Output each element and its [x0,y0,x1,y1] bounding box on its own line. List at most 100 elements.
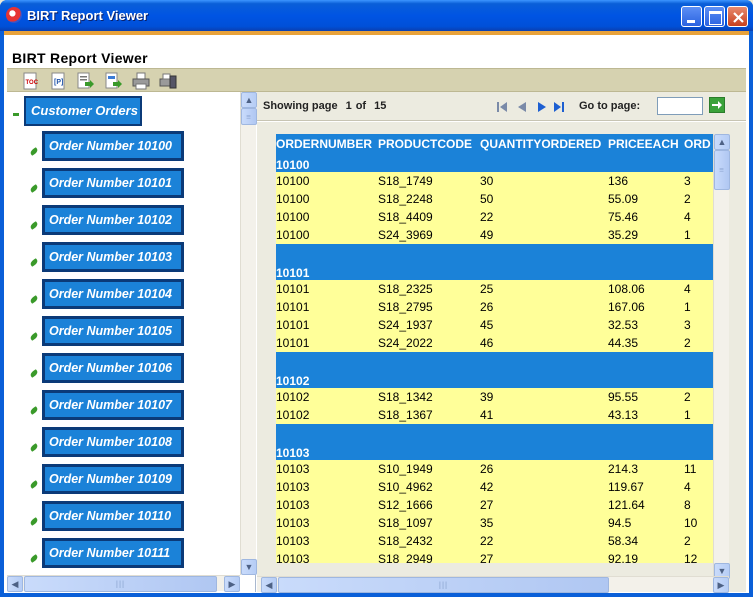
table-row: 10100 S24_3969 49 35.29 1 [276,226,713,244]
print-server-icon[interactable] [159,72,177,90]
table-row: 10103 S10_1949 26 214.3 11 [276,460,713,478]
tree-item-order-10106[interactable]: Order Number 10106 [42,353,184,383]
goto-page-input[interactable] [657,97,703,115]
table-cell: 10101 [276,316,378,334]
toc-icon[interactable]: TOC [21,72,39,90]
tree-item-order-10103[interactable]: Order Number 10103 [42,242,184,272]
group-header-label: 10102 [276,352,713,388]
report-table: ORDERNUMBER PRODUCTCODE QUANTITYORDERED … [276,134,713,563]
report-pane: Showing page 1 of 15 Go to page: ORDERNU… [257,92,746,593]
tree-item-order-10109[interactable]: Order Number 10109 [42,464,184,494]
export-data-icon[interactable] [76,72,94,90]
scroll-thumb[interactable]: ≡ [714,150,730,190]
scroll-thumb[interactable]: ||| [24,576,217,592]
group-header-label: 10101 [276,244,713,280]
scroll-down-button[interactable]: ▼ [241,559,257,575]
collapse-icon[interactable] [13,113,19,116]
scroll-left-button[interactable]: ◀ [261,577,277,593]
table-cell: 10100 [276,226,378,244]
table-row: 10101 S18_2795 26 167.06 1 [276,298,713,316]
tree-root-label: Customer Orders [31,103,138,118]
table-cell: 26 [480,298,608,316]
table-row: 10103 S18_2432 22 58.34 2 [276,532,713,550]
tree-item-label: Order Number 10100 [49,139,172,153]
report-vertical-scrollbar[interactable]: ▲ ≡ ▼ [713,134,730,579]
tree-item-order-10105[interactable]: Order Number 10105 [42,316,184,346]
group-header-label: 10103 [276,424,713,460]
goto-page-label: Go to page: [579,100,641,112]
print-icon[interactable] [132,72,150,90]
table-cell: 10100 [276,172,378,190]
tree-item-label: Order Number 10111 [49,546,171,560]
tree-horizontal-scrollbar[interactable]: ◀ ||| ▶ [7,575,240,592]
table-cell: S24_3969 [378,226,480,244]
current-page: 1 [345,100,352,112]
tree-item-order-10108[interactable]: Order Number 10108 [42,427,184,457]
leaf-icon [29,332,39,341]
column-header: QUANTITYORDERED [480,134,608,154]
leaf-icon [29,295,39,304]
table-cell: 4 [684,478,713,496]
report-horizontal-scrollbar[interactable]: ◀ ||| ▶ [257,576,729,593]
title-bar[interactable]: BIRT Report Viewer [0,0,753,31]
leaf-icon [29,517,39,526]
table-header-row: ORDERNUMBER PRODUCTCODE QUANTITYORDERED … [276,134,713,154]
previous-page-icon[interactable] [516,100,528,118]
goto-page-button[interactable] [709,97,725,113]
tree-item-order-10101[interactable]: Order Number 10101 [42,168,184,198]
table-cell: 10100 [276,190,378,208]
tree-item-label: Order Number 10107 [49,398,172,412]
scroll-right-button[interactable]: ▶ [224,576,240,592]
leaf-icon [29,369,39,378]
table-row: 10100 S18_1749 30 136 3 [276,172,713,190]
table-cell: 119.67 [608,478,684,496]
table-cell: 42 [480,478,608,496]
table-cell: 10102 [276,388,378,406]
table-cell: 32.53 [608,316,684,334]
tree-item-order-10111[interactable]: Order Number 10111 [42,538,184,568]
page-title: BIRT Report Viewer [12,50,148,66]
tree-item-label: Order Number 10106 [49,361,172,375]
svg-text:TOC: TOC [26,80,39,86]
table-cell: 10103 [276,460,378,478]
table-cell: S18_1367 [378,406,480,424]
navigation-bar: Showing page 1 of 15 Go to page: [257,92,746,121]
tree-item-order-10110[interactable]: Order Number 10110 [42,501,184,531]
tree-item-order-10107[interactable]: Order Number 10107 [42,390,184,420]
export-report-icon[interactable] [104,72,122,90]
parameters-icon[interactable]: [P] [49,72,67,90]
column-header: PRICEEACH [608,134,684,154]
total-pages: 15 [374,100,387,112]
table-cell: S18_2949 [378,550,480,563]
svg-text:[P]: [P] [54,79,63,86]
scroll-up-button[interactable]: ▲ [714,134,730,150]
tree-item-order-10104[interactable]: Order Number 10104 [42,279,184,309]
tree-vertical-scrollbar[interactable]: ▲ ≡ ▼ [240,92,257,575]
table-cell: 4 [684,280,713,298]
tree-item-label: Order Number 10103 [49,250,172,264]
table-cell: 10103 [276,532,378,550]
table-cell: 1 [684,226,713,244]
scroll-thumb[interactable]: ||| [278,577,609,593]
table-cell: 10103 [276,478,378,496]
minimize-button[interactable] [681,6,702,27]
scroll-thumb[interactable]: ≡ [241,108,257,125]
maximize-button[interactable] [704,6,725,27]
scroll-left-button[interactable]: ◀ [7,576,23,592]
page-status: Showing page 1 of 15 [263,100,390,112]
tree-item-order-10102[interactable]: Order Number 10102 [42,205,184,235]
last-page-icon[interactable] [553,100,566,118]
scroll-right-button[interactable]: ▶ [713,577,729,593]
toc-pane: Customer Orders Order Number 10100 Order… [7,92,257,592]
tree-root-customer-orders[interactable]: Customer Orders [24,96,142,126]
tree-item-order-10100[interactable]: Order Number 10100 [42,131,184,161]
next-page-icon[interactable] [536,100,548,118]
tree-item-label: Order Number 10110 [49,509,172,523]
table-cell: 30 [480,172,608,190]
table-cell: S12_1666 [378,496,480,514]
leaf-icon [29,443,39,452]
table-cell: 49 [480,226,608,244]
close-button[interactable] [727,6,748,27]
first-page-icon[interactable] [496,100,508,118]
scroll-up-button[interactable]: ▲ [241,92,257,108]
